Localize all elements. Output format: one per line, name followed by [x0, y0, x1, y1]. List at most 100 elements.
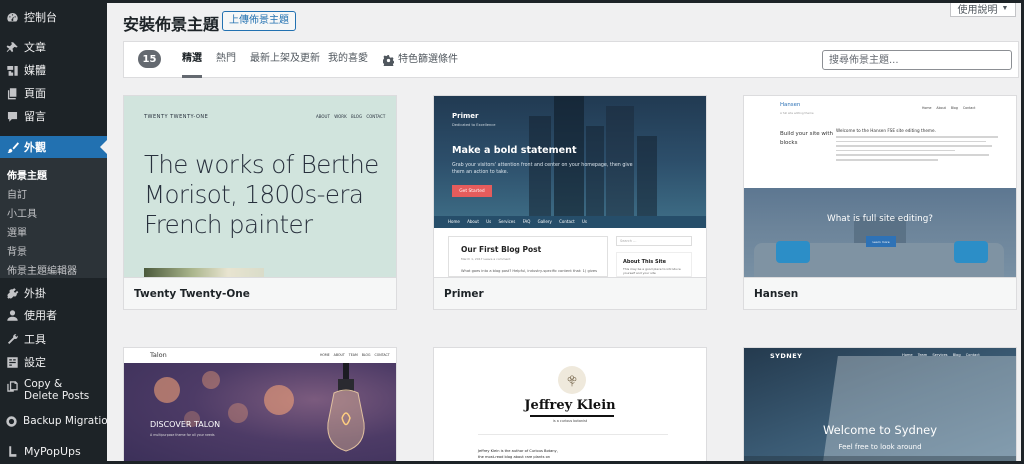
plugin-icon	[5, 286, 19, 300]
sidebar-item-comments[interactable]: 留言	[0, 105, 107, 127]
preview-logo: Talon	[150, 351, 167, 359]
sidebar-item-copy-delete-posts[interactable]: Copy & Delete Posts	[0, 378, 107, 404]
theme-card-hansen[interactable]: Hansen A full site editing theme Home Ab…	[743, 95, 1017, 310]
preview-name-underline	[530, 415, 614, 417]
preview-right-column: Welcome to the Hansen FSE site editing t…	[836, 128, 1006, 164]
theme-card-primer[interactable]: Primer Dedicated to Excellence Make a bo…	[433, 95, 707, 310]
gear-icon	[383, 54, 394, 66]
sidebar-item-label: Backup Migration	[23, 415, 115, 427]
comment-icon	[5, 109, 19, 123]
theme-card-sydney[interactable]: SYDNEY Home Team Services Blog Contact W…	[743, 347, 1017, 464]
tab-featured[interactable]: 精選	[182, 42, 202, 78]
preview-nav: Home Team Services Blog Contact	[902, 353, 980, 357]
sidebar-item-posts[interactable]: 文章	[0, 36, 107, 58]
caret-down-icon: ▼	[1001, 4, 1009, 12]
sidebar-item-label: 文章	[24, 41, 46, 54]
sidebar-item-backup-migration[interactable]: Backup Migration	[0, 410, 114, 432]
theme-screenshot[interactable]: Jeffrey Klein is a curious botanist Jeff…	[434, 348, 706, 464]
popup-icon	[5, 444, 19, 458]
sidebar-item-dashboard[interactable]: 控制台	[0, 6, 107, 28]
preview-tagline: Dedicated to Excellence	[452, 123, 496, 127]
preview-post-meta: March 1, 2017 Leave a comment	[461, 257, 511, 261]
copy-icon	[5, 379, 19, 393]
sidebar-item-label: 工具	[24, 333, 46, 346]
submenu-item-customize[interactable]: 自訂	[7, 186, 27, 201]
theme-filter-bar: 15 精選 熱門 最新上架及更新 我的喜愛 特色篩選條件	[123, 41, 1019, 78]
sidebar-item-settings[interactable]: 設定	[0, 351, 107, 373]
theme-screenshot[interactable]: Primer Dedicated to Excellence Make a bo…	[434, 96, 706, 277]
active-indicator-arrow	[100, 140, 107, 154]
sidebar-item-label: 使用者	[24, 309, 57, 322]
theme-name: Twenty Twenty-One	[124, 277, 396, 309]
theme-search-input[interactable]	[822, 50, 1012, 70]
flower-icon	[567, 375, 577, 387]
preview-hero	[124, 363, 396, 464]
preview-nav: ABOUT WORK BLOG CONTACT	[316, 114, 386, 119]
submenu-item-theme-editor[interactable]: 佈景主題編輯器	[7, 262, 77, 277]
theme-name: Primer	[434, 277, 706, 309]
theme-screenshot[interactable]: Hansen A full site editing theme Home Ab…	[744, 96, 1016, 277]
sidebar-item-appearance[interactable]: 外觀	[0, 136, 107, 158]
appearance-submenu: 佈景主題 自訂 小工具 選單 背景 佈景主題編輯器	[0, 158, 107, 278]
admin-sidebar: 控制台 文章 媒體 頁面 留言 外觀 佈景主題 自訂 小工具 選單 背景 佈景主…	[0, 0, 114, 464]
preview-about-title: About This Site	[623, 259, 667, 265]
preview-post-title: Our First Blog Post	[461, 245, 542, 254]
sidebar-item-label: 設定	[24, 356, 46, 369]
submenu-item-widgets[interactable]: 小工具	[7, 205, 37, 220]
theme-card-jeffrey-klein[interactable]: Jeffrey Klein is a curious botanist Jeff…	[433, 347, 707, 464]
sidebar-item-media[interactable]: 媒體	[0, 59, 107, 81]
window-frame-top	[0, 0, 1024, 3]
theme-screenshot[interactable]: SYDNEY Home Team Services Blog Contact W…	[744, 348, 1016, 464]
upload-theme-button[interactable]: 上傳佈景主題	[222, 11, 296, 31]
theme-card-twenty-twenty-one[interactable]: TWENTY TWENTY-ONE ABOUT WORK BLOG CONTAC…	[123, 95, 397, 310]
sidebar-item-label: Copy & Delete Posts	[24, 378, 90, 402]
preview-brand: TWENTY TWENTY-ONE	[144, 114, 209, 120]
sidebar-item-mypopups[interactable]: MyPopUps	[0, 440, 107, 462]
sidebar-item-label: MyPopUps	[24, 444, 81, 458]
sidebar-item-users[interactable]: 使用者	[0, 304, 107, 326]
preview-hero-photo: What is full site editing? Learn more	[744, 188, 1016, 277]
preview-image	[144, 268, 264, 277]
user-icon	[5, 308, 19, 322]
preview-avatar	[558, 366, 586, 394]
theme-name: Hansen	[744, 277, 1016, 309]
sidebar-item-label: 外觀	[24, 141, 46, 154]
submenu-item-menus[interactable]: 選單	[7, 224, 27, 239]
preview-name: Jeffrey Klein	[524, 398, 616, 413]
feature-filter-label: 特色篩選條件	[398, 54, 458, 65]
preview-headline: DISCOVER TALON	[150, 420, 221, 429]
settings-icon	[5, 355, 19, 369]
sidebar-item-label: 外掛	[24, 287, 46, 300]
dashboard-icon	[5, 10, 19, 24]
theme-screenshot[interactable]: TWENTY TWENTY-ONE ABOUT WORK BLOG CONTAC…	[124, 96, 396, 277]
submenu-item-themes[interactable]: 佈景主題	[7, 167, 47, 182]
preview-right-title: Welcome to the Hansen FSE site editing t…	[836, 128, 936, 133]
preview-logo: SYDNEY	[770, 352, 803, 360]
preview-left-text: Build your site with blocks	[780, 131, 834, 146]
preview-bio-line: the most-read blog about rare plants on	[478, 455, 551, 459]
sidebar-item-pages[interactable]: 頁面	[0, 82, 107, 104]
media-icon	[5, 63, 19, 77]
feature-filter-button[interactable]: 特色篩選條件	[383, 42, 458, 78]
lightbulb-icon	[327, 363, 365, 452]
theme-count-badge: 15	[138, 50, 161, 68]
sidebar-item-label: 頁面	[24, 87, 46, 100]
tab-favorites[interactable]: 我的喜愛	[328, 42, 368, 78]
preview-subtext: Feel free to look around	[838, 443, 922, 451]
theme-screenshot[interactable]: Talon HOME ABOUT TEAM BLOG CONTACT DISCO…	[124, 348, 396, 464]
preview-nav: Home About Blog Contact	[922, 106, 976, 110]
preview-question: What is full site editing?	[827, 214, 933, 224]
theme-card-talon[interactable]: Talon HOME ABOUT TEAM BLOG CONTACT DISCO…	[123, 347, 397, 464]
tab-latest[interactable]: 最新上架及更新	[250, 42, 320, 78]
sidebar-item-plugins[interactable]: 外掛	[0, 282, 107, 304]
preview-button: Learn more	[866, 236, 896, 247]
sidebar-item-tools[interactable]: 工具	[0, 328, 107, 350]
preview-headline: Make a bold statement	[452, 145, 577, 156]
brush-icon	[5, 140, 19, 154]
preview-cta: Get Started	[452, 185, 492, 197]
submenu-item-background[interactable]: 背景	[7, 243, 27, 258]
preview-logo: Hansen	[780, 102, 801, 108]
tab-popular[interactable]: 熱門	[216, 42, 236, 78]
preview-headline: The works of Berthe Morisot, 1800s-era F…	[144, 150, 379, 239]
preview-subtext: A multipurpose theme for all your needs	[150, 433, 215, 437]
